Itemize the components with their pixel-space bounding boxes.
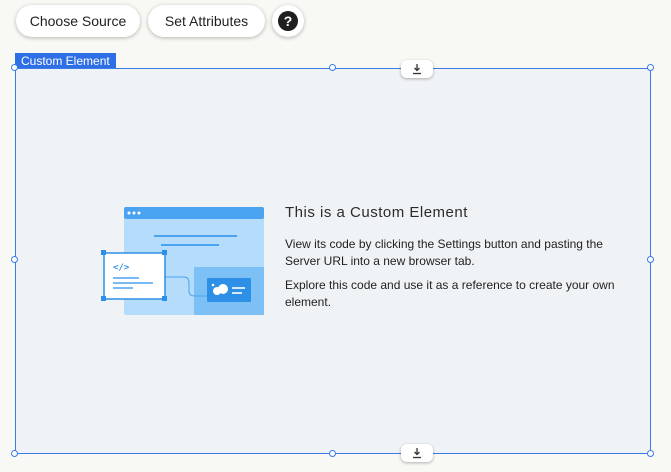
choose-source-button[interactable]: Choose Source — [16, 5, 140, 37]
element-description-2: Explore this code and use it as a refere… — [285, 278, 615, 309]
illustration-code-glyph: </> — [113, 263, 130, 273]
set-attributes-label: Set Attributes — [164, 13, 249, 29]
resize-handle-bottom-right[interactable] — [647, 450, 654, 457]
resize-handle-top-center[interactable] — [329, 64, 336, 71]
resize-handle-bottom-left[interactable] — [11, 450, 18, 457]
element-title: This is a Custom Element — [285, 204, 468, 221]
element-type-label: Custom Element — [21, 54, 110, 68]
resize-handle-top-left[interactable] — [11, 64, 18, 71]
arrow-down-to-line-icon — [413, 64, 421, 75]
resize-handle-middle-right[interactable] — [647, 256, 654, 263]
element-type-tag: Custom Element — [15, 53, 116, 69]
question-circle-icon: ? — [278, 11, 298, 31]
resize-handle-middle-left[interactable] — [11, 256, 18, 263]
anchor-bottom-button[interactable] — [401, 444, 433, 462]
help-label: ? — [283, 13, 293, 29]
choose-source-label: Choose Source — [29, 13, 127, 29]
resize-handle-bottom-center[interactable] — [329, 450, 336, 457]
element-description-1: View its code by clicking the Settings b… — [285, 237, 603, 268]
help-button[interactable]: ? — [272, 5, 304, 37]
set-attributes-button[interactable]: Set Attributes — [148, 5, 265, 37]
custom-element-illustration: </> — [101, 207, 264, 315]
resize-handle-top-right[interactable] — [647, 64, 654, 71]
arrow-down-to-line-icon — [413, 448, 421, 459]
anchor-top-button[interactable] — [401, 60, 433, 78]
